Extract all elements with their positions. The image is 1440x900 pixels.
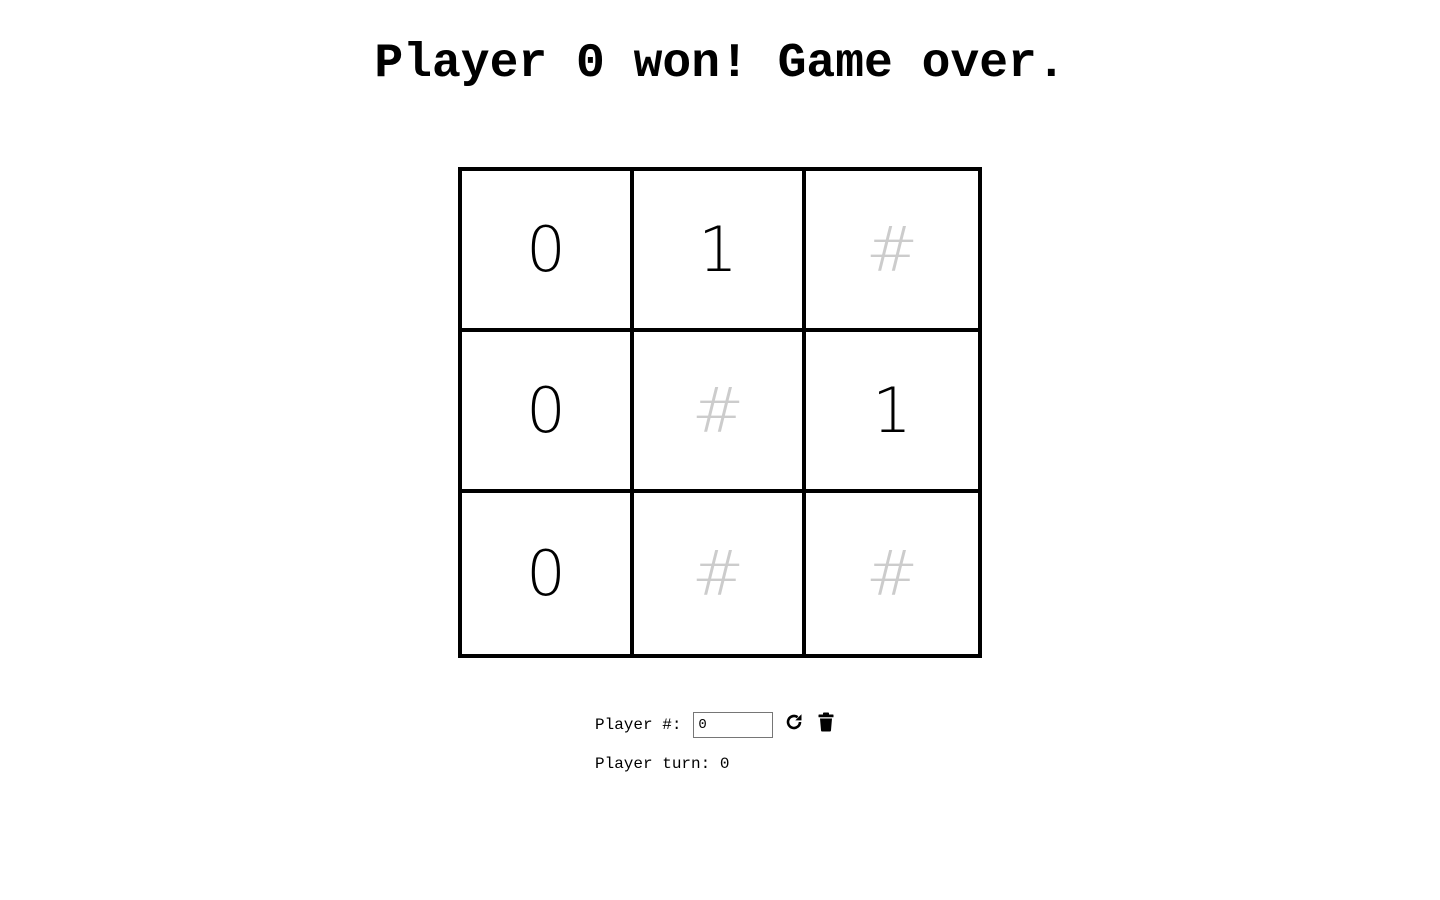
player-turn-value: 0: [719, 755, 730, 773]
board-cell[interactable]: #: [634, 493, 806, 654]
board-cell[interactable]: #: [806, 171, 978, 332]
board-cell[interactable]: 1: [634, 171, 806, 332]
player-controls: Player #:: [595, 711, 837, 739]
board-cell[interactable]: 0: [462, 171, 634, 332]
game-board: 0 1 # 0 # 1 0 # #: [458, 167, 982, 658]
player-turn-status: Player turn: 0: [595, 754, 729, 774]
game-status-title: Player 0 won! Game over.: [374, 37, 1066, 91]
player-number-input[interactable]: [693, 712, 774, 738]
trash-icon[interactable]: [815, 711, 837, 733]
board-cell[interactable]: 1: [806, 332, 978, 493]
board-cell[interactable]: #: [634, 332, 806, 493]
board-cell[interactable]: 0: [462, 332, 634, 493]
board-cell[interactable]: #: [806, 493, 978, 654]
player-turn-label: Player turn:: [595, 755, 711, 773]
player-number-label: Player #:: [595, 716, 682, 734]
refresh-icon[interactable]: [783, 711, 805, 733]
board-cell[interactable]: 0: [462, 493, 634, 654]
